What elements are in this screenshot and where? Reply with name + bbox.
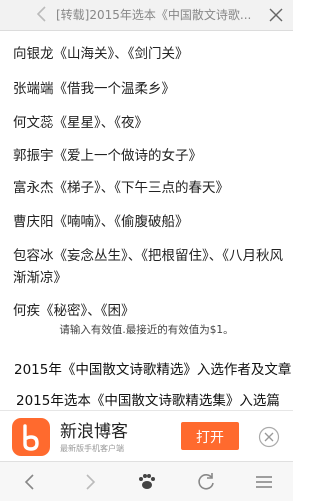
list-item: 渐渐凉》 — [13, 270, 67, 286]
title-bar: [转载]2015年选本《中国散文诗歌... — [0, 0, 293, 31]
page-title: [转载]2015年选本《中国散文诗歌... — [56, 8, 252, 22]
list-item: 郭振宇《爱上一个做诗的女子》 — [13, 148, 202, 164]
list-item: 包容冰《妄念丛生》、《把根留住》、《八月秋风 — [13, 248, 283, 264]
refresh-icon[interactable] — [194, 470, 218, 494]
open-app-button[interactable]: 打开 — [181, 422, 239, 450]
list-item: 何文蕊《星星》、《夜》 — [13, 115, 148, 131]
app-banner: 新浪博客 最新版手机客户端 打开 — [0, 410, 293, 461]
browser-toolbar — [0, 461, 293, 501]
app-name: 新浪博客 — [60, 422, 128, 442]
list-item: 曹庆阳《喃喃》、《偷腹破船》 — [13, 214, 189, 230]
close-banner-icon[interactable] — [258, 426, 280, 448]
back-icon[interactable] — [18, 470, 42, 494]
list-item: 向银龙《山海关》、《剑门关》 — [13, 46, 189, 62]
logo-icon — [23, 424, 39, 451]
list-item: 何疾《秘密》、《困》 — [13, 303, 135, 319]
back-icon[interactable] — [32, 4, 52, 24]
sina-blog-logo[interactable] — [12, 418, 50, 456]
validation-hint: 请输入有效值.最接近的有效值为$1。 — [59, 324, 234, 336]
list-item: 富永杰《梯子》、《下午三点的春天》 — [13, 180, 229, 196]
paw-icon[interactable] — [135, 470, 159, 494]
forward-icon[interactable] — [78, 470, 102, 494]
app-subtitle: 最新版手机客户端 — [60, 444, 124, 453]
section-heading[interactable]: 2015年选本《中国散文诗歌精选集》入选篇 — [16, 389, 280, 409]
menu-icon[interactable] — [252, 470, 276, 494]
section-heading[interactable]: 2015年《中国散文诗歌精选》入选作者及文章 — [14, 358, 291, 378]
close-icon[interactable] — [267, 6, 285, 24]
list-item: 张端端《借我一个温柔乡》 — [13, 81, 175, 97]
